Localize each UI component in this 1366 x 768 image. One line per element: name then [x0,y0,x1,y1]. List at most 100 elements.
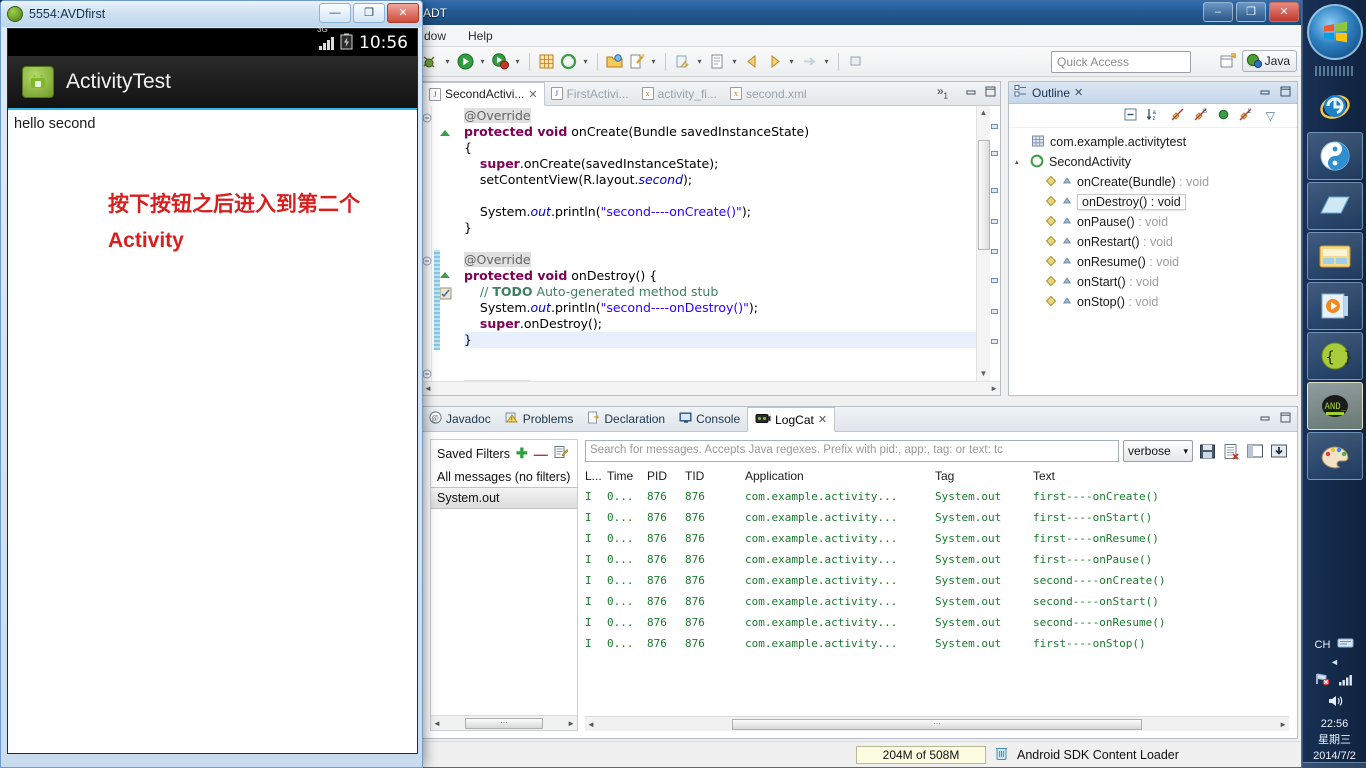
external-tools-dropdown-icon[interactable]: ▾ [512,51,523,73]
outline-maximize-button[interactable] [1280,86,1291,100]
tab-problems[interactable]: ! Problems [498,407,581,431]
trash-icon[interactable] [994,745,1009,764]
outline-item-package[interactable]: com.example.activitytest [1009,132,1297,152]
tab-declaration[interactable]: Declaration [580,407,672,431]
outline-item-oncreate[interactable]: onCreate(Bundle) : void [1009,172,1297,192]
outline-item-class[interactable]: ▴ SecondActivity [1009,152,1297,172]
emulator-screen[interactable]: 3G 10:56 ActivityTest hello second 按下按钮之… [7,25,418,754]
hide-nonpublic-icon[interactable] [1217,108,1230,124]
open-folder-icon[interactable] [604,51,624,73]
editor-tab-firstactivity[interactable]: J FirstActivi... [545,82,636,105]
logcat-maximize-button[interactable] [1280,412,1291,426]
outline-minimize-button[interactable] [1260,86,1271,100]
run-icon[interactable] [455,51,475,73]
scroll-down-icon[interactable]: ▼ [977,367,990,381]
avd-dropdown-icon[interactable]: ▾ [580,51,591,73]
save-log-icon[interactable] [1197,441,1217,462]
taskbar-item-sogou-browser[interactable] [1306,132,1363,180]
taskbar-item-json-viewer[interactable]: { } [1306,332,1363,380]
next-annotation-icon[interactable] [707,51,727,73]
network-icon[interactable] [1315,672,1331,689]
source-code-content[interactable]: @Override protected void onCreate(Bundle… [464,108,976,381]
emulator-maximize-button[interactable]: ❐ [353,3,385,23]
filters-horizontal-scrollbar[interactable]: ◄ ⋯ ► [431,715,577,730]
table-row[interactable]: I 0... 876 876 com.example.activity... S… [585,633,1289,654]
table-row[interactable]: I 0... 876 876 com.example.activity... S… [585,612,1289,633]
column-header-time[interactable]: Time [607,469,647,483]
logcat-scroll-thumb[interactable]: ⋯ [732,718,1142,730]
editor-tab-secondactivity[interactable]: J SecondActivi... ✕ [422,82,545,106]
outline-item-onstart[interactable]: onStart() : void [1009,272,1297,292]
menu-item-window[interactable]: dow [420,28,450,44]
editor-minimize-button[interactable] [966,86,977,100]
eclipse-maximize-button[interactable]: ❐ [1236,2,1266,22]
scroll-right-icon[interactable]: ► [990,384,998,393]
table-row[interactable]: I 0... 876 876 com.example.activity... S… [585,528,1289,549]
editor-horizontal-scrollbar[interactable]: ◄ ► [422,381,1000,395]
filters-scroll-left-icon[interactable]: ◄ [433,719,441,728]
heap-status-indicator[interactable]: 204M of 508M [856,745,986,764]
quick-access-input[interactable]: Quick Access [1051,51,1191,73]
column-header-application[interactable]: Application [745,469,935,483]
filters-scroll-right-icon[interactable]: ► [567,719,575,728]
debug-icon[interactable] [420,51,440,73]
tab-logcat[interactable]: LogCat ✕ [747,407,836,432]
filters-scroll-thumb[interactable]: ⋯ [465,717,543,729]
column-header-level[interactable]: L... [585,469,607,483]
taskbar-grip[interactable] [1314,66,1355,76]
forward-arrow-icon[interactable] [799,51,819,73]
editor-tab-activity-first-xml[interactable]: x activity_fi... [636,82,724,105]
emulator-minimize-button[interactable]: — [319,3,351,23]
remove-filter-icon[interactable]: — [534,446,548,462]
edit-filter-icon[interactable] [554,445,569,462]
menu-item-help[interactable]: Help [464,28,497,44]
outline-item-onresume[interactable]: onResume() : void [1009,252,1297,272]
code-text-area[interactable]: @Override protected void onCreate(Bundle… [422,106,1000,395]
logcat-search-input[interactable]: Search for messages. Accepts Java regexe… [585,440,1119,462]
collapse-all-icon[interactable] [1123,107,1138,125]
editor-overview-ruler[interactable] [990,106,1000,381]
scroll-left-icon[interactable]: ◄ [424,384,432,393]
filter-item-all-messages[interactable]: All messages (no filters) [431,467,577,487]
pin-editor-icon[interactable] [845,51,865,73]
forward-arrow-dropdown-icon[interactable]: ▾ [821,51,832,73]
outline-item-onpause[interactable]: onPause() : void [1009,212,1297,232]
taskbar-item-windows-explorer[interactable] [1306,182,1363,230]
eclipse-close-button[interactable]: ✕ [1269,2,1299,22]
scroll-up-icon[interactable]: ▲ [977,106,990,120]
volume-icon[interactable] [1327,694,1343,711]
navigation-dropdown-icon[interactable]: ▾ [786,51,797,73]
ime-indicator[interactable]: CH [1315,639,1331,651]
filter-item-system-out[interactable]: System.out [431,487,577,509]
column-header-tid[interactable]: TID [685,469,745,483]
editor-tab-close-icon[interactable]: ✕ [528,88,537,101]
column-header-text[interactable]: Text [1033,469,1289,483]
hide-local-icon[interactable]: L [1238,107,1254,125]
eclipse-minimize-button[interactable]: – [1203,2,1233,22]
next-annotation-dropdown-icon[interactable]: ▾ [729,51,740,73]
outline-item-ondestroy[interactable]: onDestroy() : void [1009,192,1297,212]
sort-icon[interactable]: az [1146,107,1162,125]
emulator-close-button[interactable]: ✕ [387,3,419,23]
new-item-icon[interactable] [626,51,646,73]
tab-javadoc[interactable]: @ Javadoc [422,407,498,431]
logcat-minimize-button[interactable] [1260,412,1271,426]
logcat-scroll-left-icon[interactable]: ◄ [587,720,595,729]
logcat-level-select[interactable]: verbose ▾ [1123,440,1193,462]
editor-vertical-scrollbar[interactable]: ▲ ▼ [976,106,990,381]
outline-close-icon[interactable]: ✕ [1074,86,1083,99]
editor-scroll-thumb[interactable] [978,140,990,250]
outline-twisty-icon[interactable]: ▴ [1015,158,1025,166]
hide-fields-icon[interactable] [1170,107,1185,125]
show-desktop-button[interactable] [1303,762,1366,768]
editor-more-tabs-button[interactable]: »1 [937,84,948,100]
hide-static-icon[interactable]: S [1193,107,1209,125]
table-row[interactable]: I 0... 876 876 com.example.activity... S… [585,507,1289,528]
show-hidden-icons-icon[interactable]: ◄ [1330,657,1339,667]
new-android-project-icon[interactable] [536,51,556,73]
windows-start-icon[interactable] [1306,4,1363,60]
tab-close-icon[interactable]: ✕ [818,413,827,426]
column-header-pid[interactable]: PID [647,469,685,483]
taskbar-item-android-emulator[interactable]: AND_ [1306,382,1363,430]
scroll-lock-icon[interactable] [1269,441,1289,462]
